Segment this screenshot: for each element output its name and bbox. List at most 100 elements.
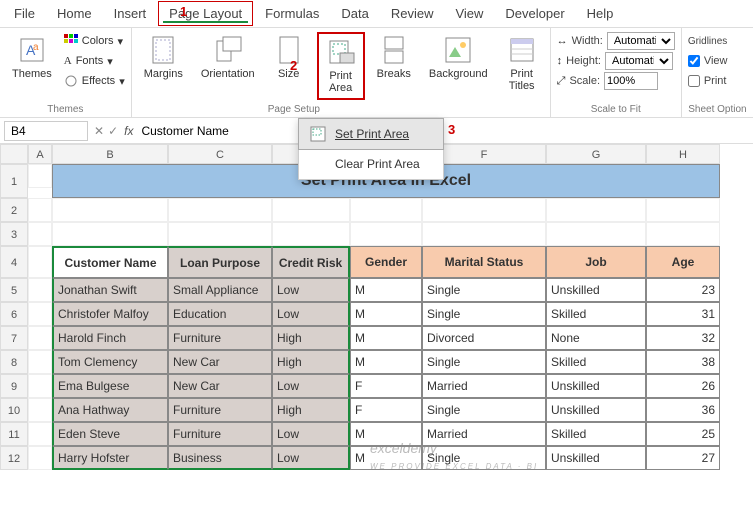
- cell-a10[interactable]: [28, 398, 52, 422]
- cell-empty[interactable]: [272, 198, 350, 222]
- header-credit-risk[interactable]: Credit Risk: [272, 246, 350, 278]
- cell-marital-7[interactable]: Divorced: [422, 326, 546, 350]
- cell-risk-11[interactable]: Low: [272, 422, 350, 446]
- cell-name-9[interactable]: Ema Bulgese: [52, 374, 168, 398]
- cell-marital-11[interactable]: Married: [422, 422, 546, 446]
- cell-gender-9[interactable]: F: [350, 374, 422, 398]
- cell-age-5[interactable]: 23: [646, 278, 720, 302]
- col-header-H[interactable]: H: [646, 144, 720, 164]
- row-header-2[interactable]: 2: [0, 198, 28, 222]
- cell-gender-10[interactable]: F: [350, 398, 422, 422]
- cell-risk-12[interactable]: Low: [272, 446, 350, 470]
- enter-icon[interactable]: ✓: [108, 124, 118, 138]
- header-job[interactable]: Job: [546, 246, 646, 278]
- cell-a12[interactable]: [28, 446, 52, 470]
- cell-empty[interactable]: [422, 198, 546, 222]
- col-header-B[interactable]: B: [52, 144, 168, 164]
- cell-age-6[interactable]: 31: [646, 302, 720, 326]
- cell-purpose-12[interactable]: Business: [168, 446, 272, 470]
- spreadsheet-grid[interactable]: ABCDEFGH1Set Print Area in Excel234Custo…: [0, 144, 753, 470]
- cell-empty[interactable]: [168, 198, 272, 222]
- cell-age-10[interactable]: 36: [646, 398, 720, 422]
- row-header-1[interactable]: 1: [0, 164, 28, 198]
- header-age[interactable]: Age: [646, 246, 720, 278]
- cell-age-7[interactable]: 32: [646, 326, 720, 350]
- menu-home[interactable]: Home: [47, 2, 102, 25]
- row-header-3[interactable]: 3: [0, 222, 28, 246]
- header-customer-name[interactable]: Customer Name: [52, 246, 168, 278]
- row-header-11[interactable]: 11: [0, 422, 28, 446]
- cell-empty[interactable]: [350, 198, 422, 222]
- cell-a5[interactable]: [28, 278, 52, 302]
- menu-insert[interactable]: Insert: [104, 2, 157, 25]
- cell-empty[interactable]: [168, 222, 272, 246]
- cell-name-6[interactable]: Christofer Malfoy: [52, 302, 168, 326]
- cell-gender-5[interactable]: M: [350, 278, 422, 302]
- cell-name-5[interactable]: Jonathan Swift: [52, 278, 168, 302]
- menu-help[interactable]: Help: [577, 2, 624, 25]
- size-button[interactable]: Size: [267, 32, 311, 100]
- cell-empty[interactable]: [272, 222, 350, 246]
- cell-gender-11[interactable]: M: [350, 422, 422, 446]
- cell-name-7[interactable]: Harold Finch: [52, 326, 168, 350]
- row-header-5[interactable]: 5: [0, 278, 28, 302]
- print-titles-button[interactable]: Print Titles: [500, 32, 544, 100]
- cell-empty[interactable]: [28, 198, 52, 222]
- cell-gender-7[interactable]: M: [350, 326, 422, 350]
- colors-button[interactable]: Colors▾: [64, 32, 125, 50]
- cell-risk-6[interactable]: Low: [272, 302, 350, 326]
- cell-empty[interactable]: [28, 222, 52, 246]
- menu-review[interactable]: Review: [381, 2, 444, 25]
- clear-print-area-item[interactable]: Clear Print Area: [299, 149, 443, 179]
- effects-button[interactable]: Effects▾: [64, 72, 125, 90]
- cell-risk-9[interactable]: Low: [272, 374, 350, 398]
- cell-empty[interactable]: [646, 222, 720, 246]
- cell-age-12[interactable]: 27: [646, 446, 720, 470]
- cell-a1[interactable]: [28, 164, 52, 188]
- menu-page-layout[interactable]: Page Layout: [158, 1, 253, 26]
- cell-job-11[interactable]: Skilled: [546, 422, 646, 446]
- header-loan-purpose[interactable]: Loan Purpose: [168, 246, 272, 278]
- cell-risk-8[interactable]: High: [272, 350, 350, 374]
- orientation-button[interactable]: Orientation: [195, 32, 261, 100]
- cell-empty[interactable]: [52, 198, 168, 222]
- cell-risk-10[interactable]: High: [272, 398, 350, 422]
- row-header-4[interactable]: 4: [0, 246, 28, 278]
- header-gender[interactable]: Gender: [350, 246, 422, 278]
- margins-button[interactable]: Margins: [138, 32, 189, 100]
- themes-button[interactable]: Aa Themes: [6, 32, 58, 100]
- cell-name-8[interactable]: Tom Clemency: [52, 350, 168, 374]
- cell-purpose-7[interactable]: Furniture: [168, 326, 272, 350]
- cell-empty[interactable]: [422, 222, 546, 246]
- cell-job-5[interactable]: Unskilled: [546, 278, 646, 302]
- cell-risk-5[interactable]: Low: [272, 278, 350, 302]
- cell-name-11[interactable]: Eden Steve: [52, 422, 168, 446]
- cell-job-12[interactable]: Unskilled: [546, 446, 646, 470]
- cell-a11[interactable]: [28, 422, 52, 446]
- view-checkbox[interactable]: [688, 55, 700, 67]
- cell-purpose-9[interactable]: New Car: [168, 374, 272, 398]
- cell-purpose-11[interactable]: Furniture: [168, 422, 272, 446]
- cell-gender-8[interactable]: M: [350, 350, 422, 374]
- cell-marital-5[interactable]: Single: [422, 278, 546, 302]
- cell-gender-6[interactable]: M: [350, 302, 422, 326]
- cell-empty[interactable]: [646, 198, 720, 222]
- cell-marital-9[interactable]: Married: [422, 374, 546, 398]
- cell-empty[interactable]: [350, 222, 422, 246]
- cell-a6[interactable]: [28, 302, 52, 326]
- cell-marital-6[interactable]: Single: [422, 302, 546, 326]
- menu-view[interactable]: View: [445, 2, 493, 25]
- cell-purpose-8[interactable]: New Car: [168, 350, 272, 374]
- menu-data[interactable]: Data: [331, 2, 378, 25]
- cell-a8[interactable]: [28, 350, 52, 374]
- menu-formulas[interactable]: Formulas: [255, 2, 329, 25]
- cell-purpose-5[interactable]: Small Appliance: [168, 278, 272, 302]
- fx-icon[interactable]: fx: [124, 124, 133, 138]
- cell-empty[interactable]: [52, 222, 168, 246]
- cell-a7[interactable]: [28, 326, 52, 350]
- col-header-C[interactable]: C: [168, 144, 272, 164]
- formula-input[interactable]: [139, 122, 753, 140]
- width-select[interactable]: Automatic: [607, 32, 675, 50]
- cell-age-9[interactable]: 26: [646, 374, 720, 398]
- cell-name-10[interactable]: Ana Hathway: [52, 398, 168, 422]
